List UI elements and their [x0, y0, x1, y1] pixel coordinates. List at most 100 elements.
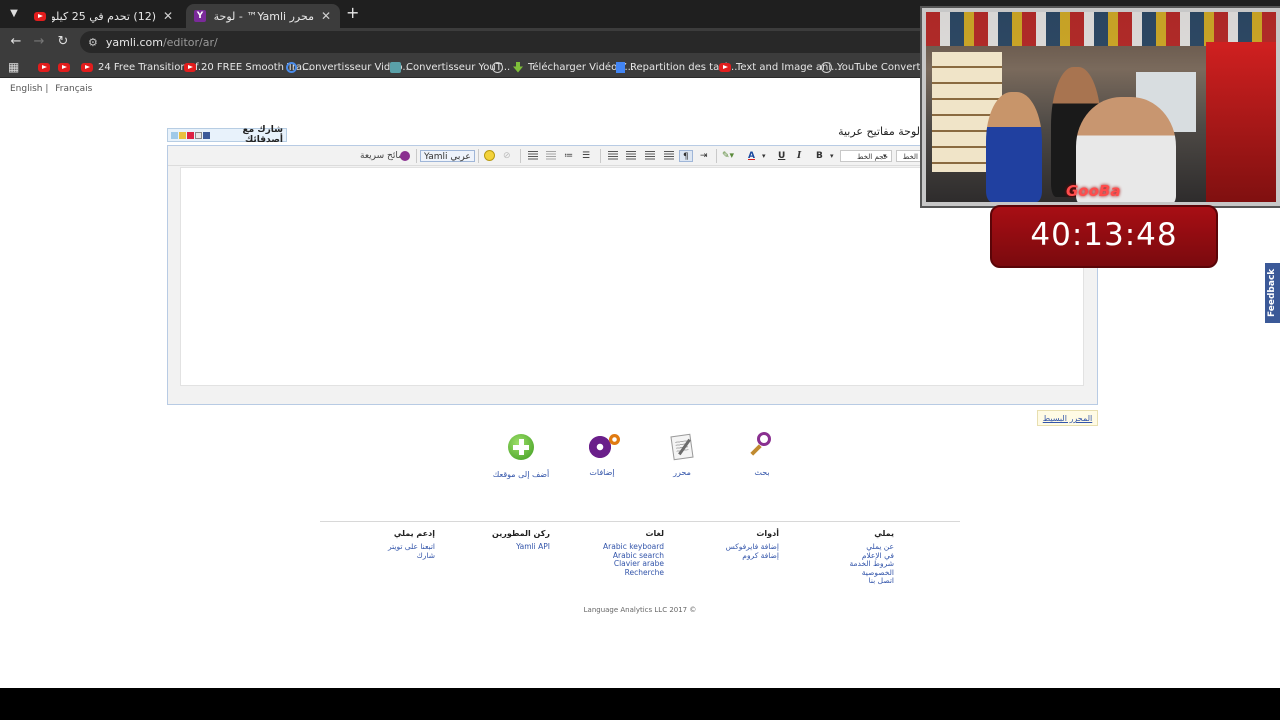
lang-french-link[interactable]: Français	[55, 84, 92, 94]
footer-heading: إدعم يملي	[393, 529, 435, 538]
webcam-person	[986, 92, 1042, 202]
chevron-down-icon[interactable]: ▾	[883, 150, 887, 162]
timer-value: 40:13:48	[1030, 217, 1178, 253]
feature-label: محرر	[673, 468, 691, 477]
language-links: English | Français	[10, 84, 96, 94]
footer-heading: يملي	[874, 529, 894, 538]
ltr-direction-icon[interactable]: ⇥	[700, 150, 708, 162]
feature-editor[interactable]: محرر	[642, 432, 722, 477]
close-icon[interactable]: ✕	[320, 9, 332, 23]
feature-addons[interactable]: إضافات	[562, 432, 642, 477]
toolbar-separator	[478, 149, 479, 163]
share-bar[interactable]: شارك مع أصدقائك	[167, 125, 287, 145]
indent-icon[interactable]	[528, 151, 538, 160]
align-center-icon[interactable]	[645, 151, 655, 160]
footer-link[interactable]: اتصل بنا	[774, 577, 894, 586]
site-info-icon[interactable]: ⚙	[88, 36, 98, 49]
browser-tab-yamli[interactable]: Y محرر Yamli™ - لوحة المفاتيح العر ✕	[186, 4, 340, 28]
bookmark-youtube-2[interactable]	[58, 60, 70, 74]
youtube-icon	[58, 62, 70, 72]
tab-title: محرر Yamli™ - لوحة المفاتيح العر	[212, 9, 314, 23]
bullet-list-icon[interactable]: ☰	[582, 150, 590, 162]
url-text: yamli.com/editor/ar/	[105, 35, 218, 49]
twitter-icon[interactable]	[171, 131, 178, 139]
star-icon[interactable]	[179, 131, 186, 139]
ordered-list-icon[interactable]: ≔	[564, 150, 573, 162]
align-justify-icon[interactable]	[608, 151, 618, 160]
new-tab-button[interactable]: +	[346, 5, 359, 21]
feature-search[interactable]: بحث	[722, 432, 802, 477]
bookmark-youtube-1[interactable]	[38, 60, 50, 74]
footer-heading: لغات	[645, 529, 664, 538]
search-icon	[747, 432, 777, 462]
youtube-icon	[81, 62, 93, 72]
close-icon[interactable]: ✕	[162, 9, 174, 23]
footer-column-yamli: يملي عن يملي في الإعلام شروط الخدمة الخص…	[774, 529, 894, 586]
youtube-icon	[719, 62, 731, 72]
link-icon[interactable]: ⊘	[503, 150, 511, 162]
chevron-down-icon[interactable]: ▾	[830, 150, 834, 162]
globe-icon	[821, 61, 832, 73]
simple-editor-link[interactable]: المحرر البسيط	[1037, 410, 1098, 426]
feedback-button[interactable]: Feedback	[1265, 263, 1280, 323]
smiley-icon[interactable]	[484, 150, 495, 161]
google-plus-icon[interactable]	[187, 131, 194, 139]
toolbar-separator	[716, 149, 717, 163]
outdent-icon[interactable]	[546, 151, 556, 160]
back-arrow-icon[interactable]: ←	[8, 34, 24, 50]
apps-grid-icon[interactable]: ▦	[8, 60, 19, 74]
webcam-chair	[1206, 42, 1276, 202]
stream-timer: 40:13:48	[990, 205, 1218, 268]
docs-icon	[616, 61, 625, 73]
bottom-black-bar	[0, 688, 1280, 720]
lang-english-link[interactable]: English |	[10, 84, 48, 94]
footer-column-tools: أدوات إضافة فايرفوكس إضافة كروم	[659, 529, 779, 560]
toolbar-separator	[600, 149, 601, 163]
feature-label: بحث	[754, 468, 770, 477]
yamli-icon: Y	[194, 10, 206, 22]
gear-icon	[587, 432, 620, 462]
webcam-flags-decoration	[926, 12, 1276, 46]
underline-button[interactable]: U	[778, 150, 785, 162]
footer-link[interactable]: شارك	[315, 551, 435, 561]
align-right-icon[interactable]	[626, 151, 636, 160]
webcam-brand-label: GooBa	[1066, 182, 1121, 200]
yamli-toggle-button[interactable]: Yamli عربي	[420, 150, 475, 162]
chevron-down-icon[interactable]: ▾	[762, 150, 766, 162]
globe-icon	[492, 61, 503, 73]
footer-heading: أدوات	[756, 529, 779, 538]
highlight-color-icon[interactable]: ✎▾	[722, 150, 734, 162]
feature-label: إضافات	[589, 468, 615, 477]
email-icon[interactable]	[195, 131, 202, 139]
bold-button[interactable]: B	[816, 150, 823, 162]
add-icon	[506, 434, 536, 464]
youtube-icon	[38, 62, 50, 72]
footer-link[interactable]: Recherche	[544, 568, 664, 578]
footer-link[interactable]: Yamli API	[430, 542, 550, 552]
bookmark-globe[interactable]	[492, 60, 503, 74]
footer-divider	[320, 521, 960, 522]
footer-link[interactable]: إضافة كروم	[659, 551, 779, 561]
feature-label: أضف إلى موقعك	[492, 470, 550, 479]
reload-icon[interactable]: ↻	[55, 34, 71, 50]
tab-title: (12) تحدم في 25 كيلو ثي وسردية	[52, 9, 156, 23]
webcam-overlay: GooBa	[920, 6, 1280, 208]
forward-arrow-icon[interactable]: →	[31, 34, 47, 50]
youtube-icon	[34, 11, 46, 21]
bulb-icon	[400, 151, 410, 161]
download-icon	[513, 61, 523, 73]
facebook-icon[interactable]	[203, 131, 210, 139]
rtl-direction-button[interactable]: ¶	[679, 150, 693, 162]
footer-column-languages: لغات Arabic keyboard Arabic search Clavi…	[544, 529, 664, 577]
footer-heading: ركن المطورين	[492, 529, 550, 538]
feature-add-to-site[interactable]: أضف إلى موقعك	[481, 432, 561, 479]
footer-column-developers: ركن المطورين Yamli API	[430, 529, 550, 552]
google-icon	[286, 61, 297, 73]
toolbar-separator	[520, 149, 521, 163]
tab-search-icon[interactable]: ▼	[6, 6, 22, 22]
font-family-select[interactable]: الخط	[896, 150, 922, 162]
align-left-icon[interactable]	[664, 151, 674, 160]
browser-tab-youtube[interactable]: (12) تحدم في 25 كيلو ثي وسردية ✕	[26, 4, 182, 28]
font-color-button[interactable]: A	[748, 150, 755, 162]
italic-button[interactable]: I	[797, 150, 801, 162]
